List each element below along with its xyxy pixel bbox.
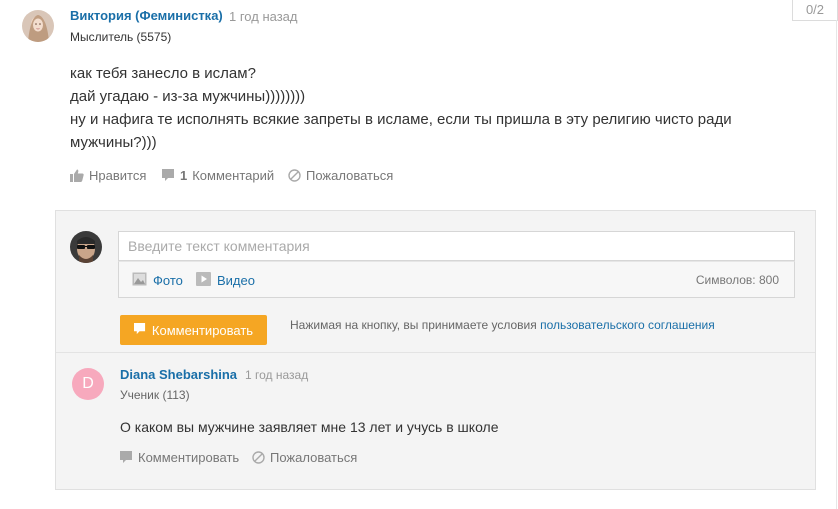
reply-text: О каком вы мужчине заявляет мне 13 лет и… [120,419,499,435]
post-line: мужчины?))) [70,134,157,151]
comment-input-toolbar: Фото Видео Символов: 800 [118,261,795,298]
reply-report-label: Пожаловаться [270,450,358,465]
like-label: Нравится [89,168,147,183]
comment-icon [162,169,175,182]
photo-label: Фото [153,273,183,288]
right-divider [836,20,837,509]
reply-author-avatar[interactable]: D [72,368,104,400]
page-counter: 0/2 [792,0,838,21]
photo-icon [132,272,147,289]
comment-icon [120,451,133,464]
author-name[interactable]: Виктория (Феминистка) [70,8,223,23]
comment-input[interactable] [118,231,795,261]
attach-photo-button[interactable]: Фото [132,272,183,289]
report-icon [288,169,301,182]
post-text: как тебя занесло в ислам? дай угадаю - и… [70,62,770,154]
submit-label: Комментировать [151,322,254,338]
reply-time: 1 год назад [245,368,309,382]
author-rank: Мыслитель (5575) [70,30,172,44]
report-icon [252,451,265,464]
post-line: дай угадаю - из-за мужчины)))))))) [70,88,306,105]
chars-limit: Символов: 800 [695,273,779,287]
reply-report-button[interactable]: Пожаловаться [252,450,357,465]
thumbs-up-icon [70,169,84,182]
post-time: 1 год назад [229,9,298,24]
report-label: Пожаловаться [306,168,394,183]
comments-label: Комментарий [192,168,275,183]
comment-thread-page: 0/2 Виктория (Феминистка) 1 год назад Мы… [0,0,838,509]
post-line: ну и нафига те исполнять всякие запреты … [70,111,732,128]
reply-comment-label: Комментировать [138,450,240,465]
terms-notice: Нажимая на кнопку, вы принимаете условия… [290,318,715,332]
reply-author-name[interactable]: Diana Shebarshina [120,367,237,382]
comments-link[interactable]: 1 Комментарий [162,168,274,183]
like-button[interactable]: Нравится [70,168,146,183]
terms-link[interactable]: пользовательского соглашения [540,318,715,332]
post-line: как тебя занесло в ислам? [70,65,256,82]
report-button[interactable]: Пожаловаться [288,168,393,183]
current-user-avatar [70,231,102,263]
reply-comment-button[interactable]: Комментировать [120,450,239,465]
reply-author-rank: Ученик (113) [120,388,190,402]
attach-video-button[interactable]: Видео [196,272,255,289]
comments-count: 1 [180,168,188,183]
video-icon [196,272,211,289]
comment-icon [133,322,146,338]
submit-comment-button[interactable]: Комментировать [120,315,267,345]
author-avatar[interactable] [22,10,54,42]
video-label: Видео [217,273,255,288]
terms-text: Нажимая на кнопку, вы принимаете условия [290,318,537,332]
comment-divider [56,352,815,353]
